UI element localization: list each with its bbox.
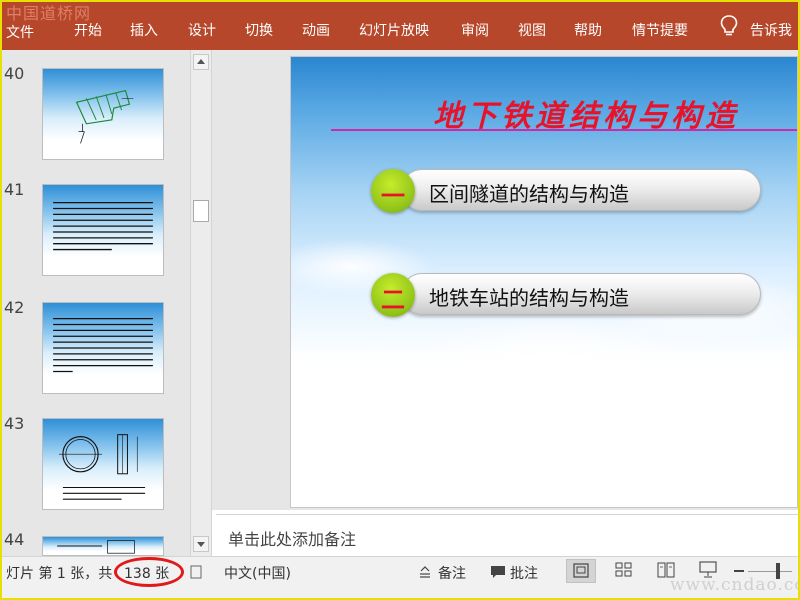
tab-transitions[interactable]: 切换 — [245, 22, 273, 40]
grid-view-icon — [615, 562, 632, 577]
slide-info: 灯片 第 1 张，共 — [6, 566, 113, 582]
tab-view[interactable]: 视图 — [518, 22, 546, 40]
scroll-down-button[interactable] — [193, 536, 209, 552]
number-circle: 二 — [371, 273, 415, 317]
comments-button[interactable]: 批注 — [510, 563, 538, 583]
thumbnail-scrollbar[interactable] — [190, 50, 212, 556]
thumbnail-diagram — [57, 540, 135, 554]
thumbnail-diagram — [58, 434, 146, 500]
zoom-out-icon[interactable] — [734, 570, 744, 572]
scroll-thumb[interactable] — [193, 200, 209, 222]
tab-home[interactable]: 开始 — [74, 22, 102, 40]
scroll-up-button[interactable] — [193, 54, 209, 70]
thumbnail-number: 43 — [4, 414, 25, 433]
slide-thumbnail[interactable] — [42, 184, 164, 276]
comment-icon — [491, 566, 505, 578]
notes-placeholder: 单击此处添加备注 — [228, 530, 357, 549]
normal-view-icon — [573, 563, 589, 578]
notes-button[interactable]: 备注 — [438, 563, 466, 583]
tab-insert[interactable]: 插入 — [130, 22, 158, 40]
item-label: 区间隧道的结构与构造 — [429, 182, 629, 206]
app-window: 中国道桥网 文件 开始 插入 设计 切换 动画 幻灯片放映 审阅 视图 帮助 情… — [0, 0, 800, 600]
spellcheck-icon[interactable] — [190, 565, 204, 579]
notes-icon — [420, 566, 430, 578]
slide-thumbnail[interactable] — [42, 302, 164, 394]
item-number: 一 — [381, 182, 405, 210]
thumbnail-number: 40 — [4, 64, 25, 83]
highlight-ellipse — [114, 557, 184, 587]
agenda-item-1[interactable]: 一 区间隧道的结构与构造 — [371, 169, 761, 213]
title-underline — [331, 129, 797, 131]
slide-sorter-button[interactable] — [610, 559, 640, 583]
thumbnail-text-lines — [53, 318, 153, 373]
slide-thumbnail[interactable] — [42, 418, 164, 510]
tab-review[interactable]: 审阅 — [461, 22, 489, 40]
slide-thumbnail-pane: 40 41 42 43 44 — [2, 50, 190, 556]
thumbnail-diagram — [75, 89, 134, 144]
item-label: 地铁车站的结构与构造 — [429, 286, 629, 310]
thumbnail-text-lines — [53, 201, 153, 251]
status-bar: 灯片 第 1 张，共 138 张 中文(中国) 备注 批注 www.cndao.… — [2, 556, 798, 598]
watermark-bottom: www.cndao.com — [670, 575, 798, 595]
tab-storyboarding[interactable]: 情节提要 — [632, 22, 688, 40]
tell-me-search[interactable]: 告诉我 — [750, 22, 792, 40]
tab-animations[interactable]: 动画 — [302, 22, 330, 40]
normal-view-button[interactable] — [566, 559, 596, 583]
tab-slideshow[interactable]: 幻灯片放映 — [359, 22, 429, 40]
lightbulb-icon[interactable] — [718, 14, 740, 38]
chevron-down-icon — [197, 542, 205, 547]
slide-thumbnail[interactable] — [42, 68, 164, 160]
tab-file[interactable]: 文件 — [6, 24, 34, 42]
language-indicator[interactable]: 中文(中国) — [224, 563, 291, 583]
slide-thumbnail[interactable] — [42, 536, 164, 556]
tab-help[interactable]: 帮助 — [574, 22, 602, 40]
zoom-slider-track[interactable] — [748, 571, 792, 572]
agenda-item-2[interactable]: 二 地铁车站的结构与构造 — [371, 273, 761, 317]
current-slide[interactable]: 地下铁道结构与构造 一 区间隧道的结构与构造 二 地铁车站的结构与构造 — [290, 56, 798, 508]
item-number: 二 — [381, 286, 405, 314]
thumbnail-number: 41 — [4, 180, 25, 199]
ribbon-tabs: 中国道桥网 文件 开始 插入 设计 切换 动画 幻灯片放映 审阅 视图 帮助 情… — [2, 2, 798, 50]
tab-design[interactable]: 设计 — [188, 22, 216, 40]
watermark-top: 中国道桥网 — [6, 4, 92, 23]
number-circle: 一 — [371, 169, 415, 213]
chevron-up-icon — [197, 59, 205, 64]
notes-pane[interactable]: 单击此处添加备注 — [216, 514, 798, 557]
thumbnail-number: 42 — [4, 298, 25, 317]
thumbnail-number: 44 — [4, 530, 25, 549]
